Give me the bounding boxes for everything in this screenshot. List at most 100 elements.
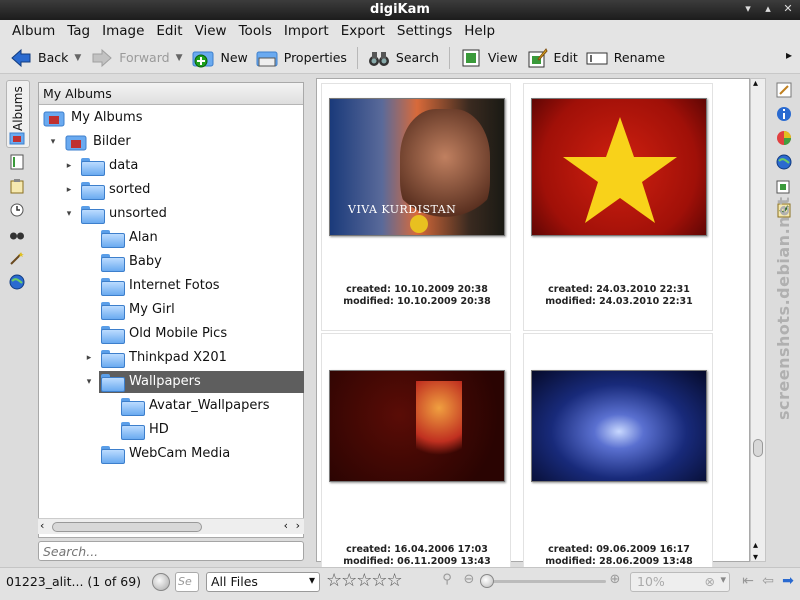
zoom-slider[interactable] <box>480 574 606 588</box>
thumbnail-item[interactable]: created: 24.03.2010 22:31 modified: 24.0… <box>523 83 713 331</box>
tags-icon[interactable] <box>9 154 25 170</box>
info-icon[interactable] <box>776 106 792 122</box>
thumbnail-image[interactable]: VIVA KURDISTAN <box>329 98 505 236</box>
pencil-icon[interactable] <box>776 82 792 98</box>
slider-knob[interactable] <box>480 574 494 588</box>
globe-icon[interactable] <box>9 274 25 290</box>
scrollbar-thumb[interactable] <box>52 522 202 532</box>
arrow-left-icon <box>11 48 31 67</box>
window-titlebar: digiKam ▾ ▴ ✕ <box>0 0 800 20</box>
maximize-icon[interactable]: ▴ <box>760 2 776 18</box>
tree-item-thinkpad[interactable]: ▸ Thinkpad X201 <box>83 347 227 369</box>
tree-item-unsorted[interactable]: ▾ unsorted <box>63 203 167 225</box>
scroll-left-icon[interactable]: ‹ <box>284 519 288 532</box>
globe-icon[interactable] <box>776 154 792 170</box>
thumbnail-item[interactable]: created: 16.04.2006 17:03 modified: 06.1… <box>321 333 511 581</box>
collapse-icon[interactable]: ▾ <box>47 131 59 153</box>
thumbnail-vertical-scrollbar[interactable]: ▴ ▴ ▾ <box>750 78 766 563</box>
zoom-out-icon[interactable]: ⊖ <box>462 573 476 587</box>
next-item-icon[interactable]: ➡ <box>780 572 796 590</box>
magic-wand-icon[interactable] <box>9 250 25 266</box>
tree-item-label: Bilder <box>93 134 131 149</box>
scroll-up-icon[interactable]: ▴ <box>753 540 758 551</box>
expand-icon[interactable]: ▸ <box>63 179 75 201</box>
expand-icon[interactable]: ▸ <box>63 155 75 177</box>
timeline-icon[interactable] <box>9 202 25 218</box>
new-album-button[interactable]: New <box>188 44 251 72</box>
thumbnail-item[interactable]: created: 09.06.2009 16:17 modified: 28.0… <box>523 333 713 581</box>
tree-item-sorted[interactable]: ▸ sorted <box>63 179 150 201</box>
tree-item-wallpapers[interactable]: Wallpapers <box>99 371 304 393</box>
menu-import[interactable]: Import <box>278 23 335 39</box>
thumbnail-image[interactable] <box>329 370 505 482</box>
menu-help[interactable]: Help <box>458 23 501 39</box>
menu-album[interactable]: Album <box>6 23 61 39</box>
forward-button[interactable]: Forward <box>87 44 173 72</box>
menu-tools[interactable]: Tools <box>233 23 278 39</box>
color-wheel-icon[interactable] <box>776 130 792 146</box>
tree-item-alan[interactable]: Alan <box>101 227 158 249</box>
scroll-down-icon[interactable]: ▾ <box>753 552 758 563</box>
progress-indicator-icon[interactable] <box>152 573 170 591</box>
previous-item-icon[interactable]: ⇦ <box>760 572 776 590</box>
collapse-icon[interactable]: ▾ <box>63 203 75 225</box>
albums-icon[interactable] <box>9 130 25 146</box>
file-filter-select[interactable]: All Files <box>206 572 320 592</box>
binoculars-icon[interactable] <box>9 226 25 242</box>
zoom-fit-icon[interactable]: ⚲ <box>440 573 454 587</box>
image-overlay-text: VIVA KURDISTAN <box>348 203 457 216</box>
folder-icon <box>101 302 125 320</box>
menu-view[interactable]: View <box>189 23 233 39</box>
properties-icon <box>256 51 278 66</box>
tree-item-label: sorted <box>109 182 151 197</box>
expand-icon[interactable]: ▸ <box>83 347 95 369</box>
collapse-icon[interactable]: ▾ <box>83 371 95 393</box>
first-item-icon[interactable]: ⇤ <box>740 572 756 590</box>
menu-tag[interactable]: Tag <box>61 23 96 39</box>
edit-button[interactable]: Edit <box>522 44 582 72</box>
rating-filter[interactable]: ☆☆☆☆☆ <box>326 570 403 591</box>
tree-item-webcam-media[interactable]: WebCam Media <box>101 443 230 465</box>
menu-image[interactable]: Image <box>96 23 150 39</box>
menu-settings[interactable]: Settings <box>391 23 458 39</box>
thumbnail-image[interactable] <box>531 98 707 236</box>
close-icon[interactable]: ✕ <box>780 2 796 18</box>
menu-edit[interactable]: Edit <box>150 23 188 39</box>
forward-dropdown-icon[interactable]: ▼ <box>176 53 183 63</box>
album-search-input[interactable] <box>38 541 304 561</box>
tag-image-icon[interactable] <box>776 178 792 194</box>
scroll-up-icon[interactable]: ▴ <box>753 78 758 89</box>
left-sidebar-tabs: Albums <box>0 78 34 564</box>
scroll-right-icon[interactable]: › <box>296 519 300 532</box>
tree-item-bilder[interactable]: ▾ Bilder <box>47 131 131 153</box>
tree-item-avatar-wallpapers[interactable]: Avatar_Wallpapers <box>121 395 270 417</box>
back-label: Back <box>38 50 69 65</box>
view-button[interactable]: View <box>456 44 522 72</box>
toolbar-overflow-icon[interactable]: ▸ <box>786 48 792 62</box>
rename-button[interactable]: Rename <box>582 44 669 72</box>
minimize-icon[interactable]: ▾ <box>740 2 756 18</box>
search-button[interactable]: Search <box>364 44 443 72</box>
scroll-left-icon[interactable]: ‹ <box>40 519 44 532</box>
tree-item-baby[interactable]: Baby <box>101 251 162 273</box>
tree-item-old-mobile-pics[interactable]: Old Mobile Pics <box>101 323 227 345</box>
scrollbar-thumb[interactable] <box>753 439 763 457</box>
properties-button[interactable]: Properties <box>252 44 351 72</box>
thumbnail-item[interactable]: VIVA KURDISTAN created: 10.10.2009 20:38… <box>321 83 511 331</box>
tree-item-data[interactable]: ▸ data <box>63 155 138 177</box>
chevron-down-icon[interactable]: ▾ <box>720 573 726 586</box>
tree-item-my-albums[interactable]: My Albums <box>43 107 142 129</box>
menu-export[interactable]: Export <box>335 23 391 39</box>
status-search-input[interactable]: Se <box>175 572 199 592</box>
back-button[interactable]: Back <box>6 44 72 72</box>
back-dropdown-icon[interactable]: ▼ <box>74 53 81 63</box>
tree-item-hd[interactable]: HD <box>121 419 169 441</box>
zoom-in-icon[interactable]: ⊕ <box>608 573 622 587</box>
zoom-level-input[interactable]: 10% ⊗ ▾ <box>630 572 730 592</box>
thumbnail-image[interactable] <box>531 370 707 482</box>
tree-item-internet-fotos[interactable]: Internet Fotos <box>101 275 220 297</box>
tree-item-my-girl[interactable]: My Girl <box>101 299 175 321</box>
clipboard-icon[interactable] <box>9 178 25 194</box>
clear-icon[interactable]: ⊗ <box>705 574 715 589</box>
tree-horizontal-scrollbar[interactable]: ‹ ‹ › <box>38 518 304 534</box>
